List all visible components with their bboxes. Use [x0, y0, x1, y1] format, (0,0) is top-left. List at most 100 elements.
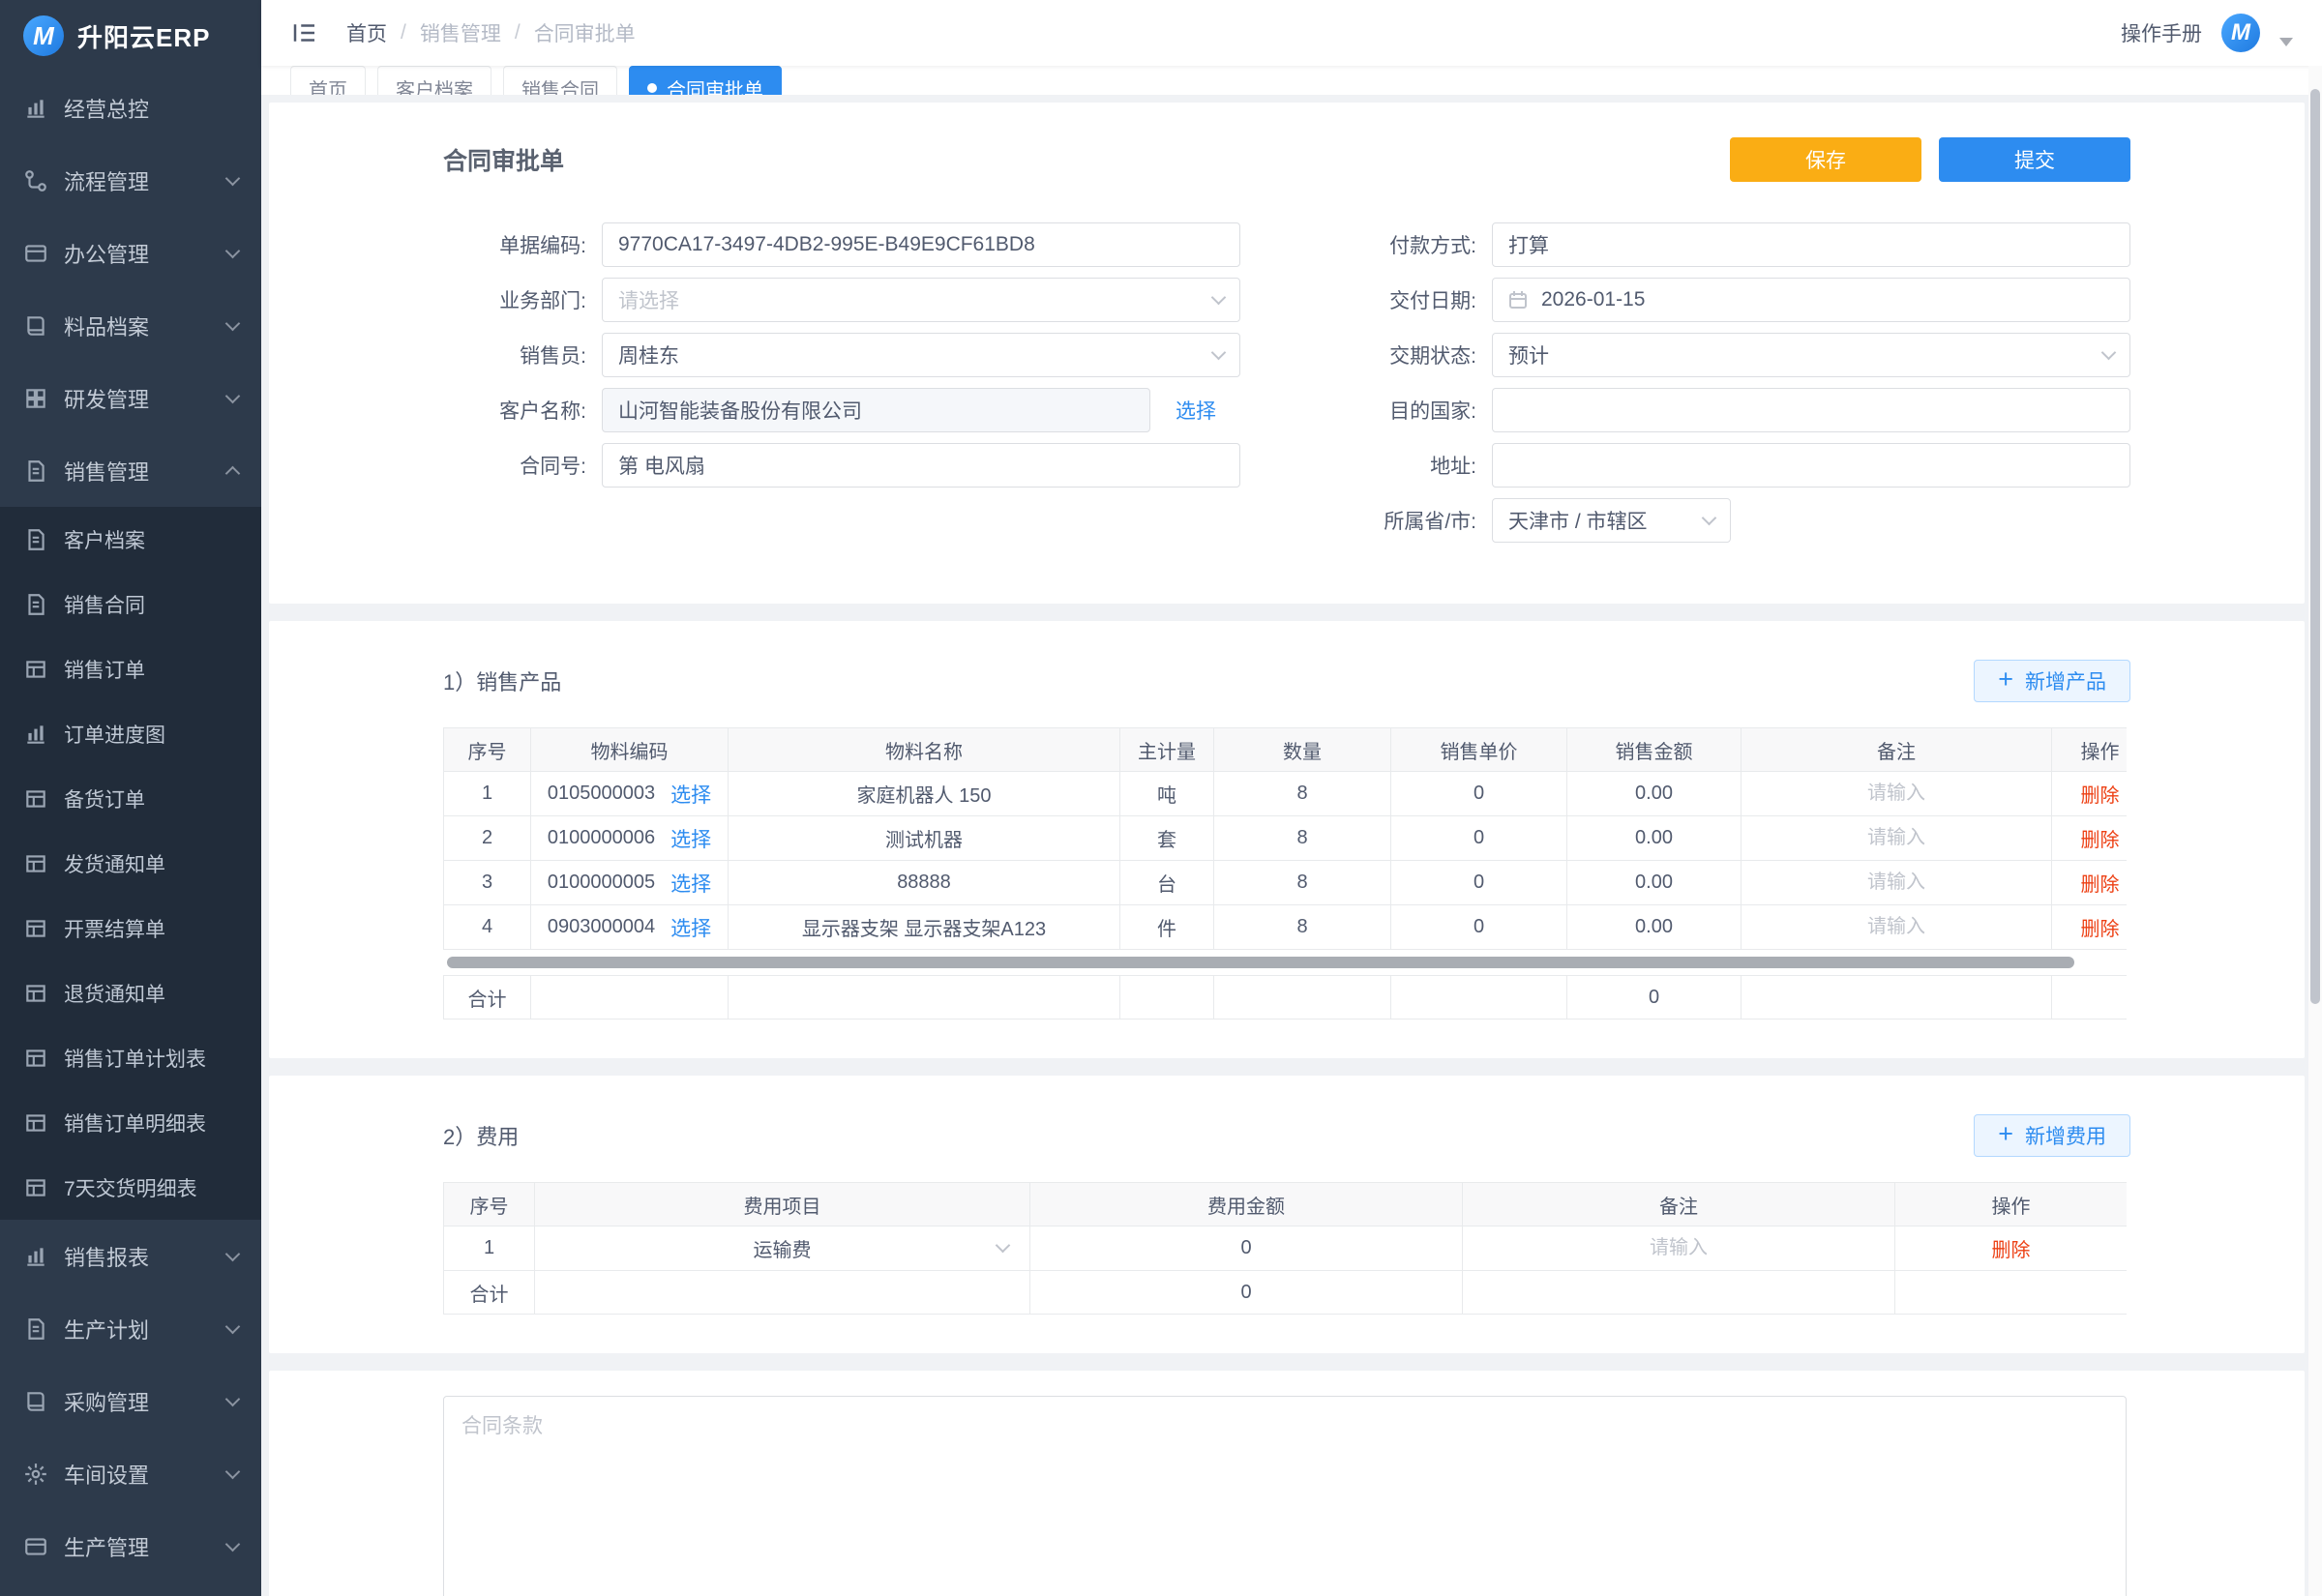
plus-icon: +	[1998, 1121, 2013, 1147]
customer-input[interactable]	[602, 388, 1150, 432]
horizontal-scrollbar-thumb[interactable]	[447, 957, 2074, 968]
sidebar-item-sales-order[interactable]: 销售订单	[0, 636, 261, 701]
sidebar-item-production-plan[interactable]: 生产计划	[0, 1292, 261, 1365]
contract-terms-textarea[interactable]	[443, 1396, 2127, 1596]
note-input[interactable]	[1749, 872, 2043, 894]
sidebar-item-seven-day-delivery-report[interactable]: 7天交货明细表	[0, 1155, 261, 1220]
tab-customer-archives[interactable]: 客户档案	[377, 66, 491, 95]
sidebar-item-sales-report[interactable]: 销售报表	[0, 1220, 261, 1292]
collapse-menu-icon[interactable]	[290, 18, 319, 47]
note-input[interactable]	[1749, 827, 2043, 849]
products-header-row: 序号 物料编码 物料名称 主计量 数量 销售单价 销售金额 备注 操作	[444, 728, 2128, 772]
cell-price[interactable]: 0	[1391, 861, 1567, 905]
delete-row-link[interactable]: 删除	[2081, 919, 2120, 940]
cell-price[interactable]: 0	[1391, 772, 1567, 816]
add-fee-button[interactable]: + 新增费用	[1974, 1114, 2130, 1157]
col-note: 备注	[1463, 1183, 1895, 1227]
save-button[interactable]: 保存	[1730, 137, 1921, 182]
submit-button[interactable]: 提交	[1939, 137, 2130, 182]
cell-price[interactable]: 0	[1391, 816, 1567, 861]
dest-country-input[interactable]	[1492, 388, 2130, 432]
sidebar-item-sales-management[interactable]: 销售管理	[0, 434, 261, 507]
sidebar-item-label: 经营总控	[64, 93, 238, 124]
sidebar-item-label: 退货通知单	[64, 979, 238, 1008]
col-note: 备注	[1742, 728, 2052, 772]
vertical-scrollbar-thumb[interactable]	[2310, 89, 2320, 1004]
operation-manual-link[interactable]: 操作手册	[2121, 18, 2202, 47]
payment-input[interactable]	[1492, 222, 2130, 267]
tab-contract-approval[interactable]: 合同审批单	[629, 66, 782, 95]
cell-price[interactable]: 0	[1391, 905, 1567, 950]
products-table-wrapper: 序号 物料编码 物料名称 主计量 数量 销售单价 销售金额 备注 操作	[443, 727, 2127, 1020]
tab-home[interactable]: 首页	[290, 66, 366, 95]
cell-qty[interactable]: 8	[1214, 905, 1391, 950]
sidebar-item-office-management[interactable]: 办公管理	[0, 217, 261, 289]
cell-qty[interactable]: 8	[1214, 816, 1391, 861]
department-select[interactable]: 请选择	[602, 278, 1240, 322]
cell-seq: 2	[444, 816, 531, 861]
sidebar-item-customer-archives[interactable]: 客户档案	[0, 507, 261, 572]
department-label: 业务部门:	[443, 285, 602, 314]
select-material-link[interactable]: 选择	[670, 913, 711, 942]
sidebar-item-sales-contract[interactable]: 销售合同	[0, 572, 261, 636]
field-dest-country: 目的国家:	[1333, 388, 2130, 432]
sidebar-item-return-notice[interactable]: 退货通知单	[0, 961, 261, 1025]
delete-row-link[interactable]: 删除	[2081, 785, 2120, 807]
sidebar-item-production-management[interactable]: 生产管理	[0, 1510, 261, 1582]
tab-sales-contract[interactable]: 销售合同	[503, 66, 617, 95]
province-select[interactable]: 天津市 / 市辖区	[1492, 498, 1731, 543]
doc-code-input[interactable]	[602, 222, 1240, 267]
delete-row-link[interactable]: 删除	[2081, 830, 2120, 851]
note-input[interactable]	[1749, 783, 2043, 805]
address-input[interactable]	[1492, 443, 2130, 488]
sidebar-item-label: 7天交货明细表	[64, 1173, 238, 1202]
sidebar-item-invoicing-settlement[interactable]: 开票结算单	[0, 896, 261, 961]
note-input[interactable]	[1749, 916, 2043, 938]
sidebar-item-stock-preparation-order[interactable]: 备货订单	[0, 766, 261, 831]
breadcrumb-home[interactable]: 首页	[346, 18, 387, 47]
delivery-date-picker[interactable]: 2026-01-15	[1492, 278, 2130, 322]
col-unit-price: 销售单价	[1391, 728, 1567, 772]
delete-row-link[interactable]: 删除	[2081, 874, 2120, 896]
cell-seq: 4	[444, 905, 531, 950]
contract-no-input[interactable]	[602, 443, 1240, 488]
table-icon	[23, 786, 48, 812]
page-title: 合同审批单	[443, 142, 564, 177]
dropdown-caret-icon[interactable]	[2279, 38, 2293, 46]
sidebar-item-delivery-notice[interactable]: 发货通知单	[0, 831, 261, 896]
table-icon	[23, 981, 48, 1006]
sidebar-item-purchase-management[interactable]: 采购管理	[0, 1365, 261, 1437]
sales-submenu: 客户档案 销售合同 销售订单 订单进度图 备货订单 发货通知单 开票结算单 退	[0, 507, 261, 1220]
field-delivery-date: 交付日期: 2026-01-15	[1333, 278, 2130, 322]
sidebar-item-workshop-settings[interactable]: 车间设置	[0, 1437, 261, 1510]
cell-qty[interactable]: 8	[1214, 772, 1391, 816]
chevron-down-icon	[225, 1246, 241, 1261]
cell-qty[interactable]: 8	[1214, 861, 1391, 905]
products-summary-table: 合计 0	[443, 975, 2127, 1020]
note-input[interactable]	[1471, 1237, 1887, 1259]
fee-item-select[interactable]: 运输费	[543, 1227, 1022, 1270]
customer-select-link[interactable]: 选择	[1176, 396, 1216, 425]
add-product-button[interactable]: + 新增产品	[1974, 660, 2130, 702]
breadcrumb-sales-management[interactable]: 销售管理	[420, 18, 501, 47]
sidebar-item-order-progress-chart[interactable]: 订单进度图	[0, 701, 261, 766]
sidebar-item-process-management[interactable]: 流程管理	[0, 144, 261, 217]
chevron-down-icon	[996, 1238, 1011, 1254]
salesman-select[interactable]: 周桂东	[602, 333, 1240, 377]
sidebar-item-operations-dashboard[interactable]: 经营总控	[0, 72, 261, 144]
delivery-status-select[interactable]: 预计	[1492, 333, 2130, 377]
sidebar-item-material-archives[interactable]: 料品档案	[0, 289, 261, 362]
card-icon	[23, 1534, 48, 1559]
sidebar-item-sales-order-plan-report[interactable]: 销售订单计划表	[0, 1025, 261, 1090]
delete-row-link[interactable]: 删除	[1992, 1240, 2031, 1261]
user-avatar[interactable]: M	[2221, 14, 2260, 52]
sidebar-item-label: 备货订单	[64, 784, 238, 813]
select-material-link[interactable]: 选择	[670, 869, 711, 898]
select-material-link[interactable]: 选择	[670, 780, 711, 809]
select-material-link[interactable]: 选择	[670, 824, 711, 853]
cell-fee-amount[interactable]: 0	[1030, 1227, 1463, 1271]
sidebar-item-sales-order-detail-report[interactable]: 销售订单明细表	[0, 1090, 261, 1155]
chevron-down-icon	[225, 1463, 241, 1479]
sidebar-item-rnd-management[interactable]: 研发管理	[0, 362, 261, 434]
total-amount: 0	[1030, 1271, 1463, 1315]
